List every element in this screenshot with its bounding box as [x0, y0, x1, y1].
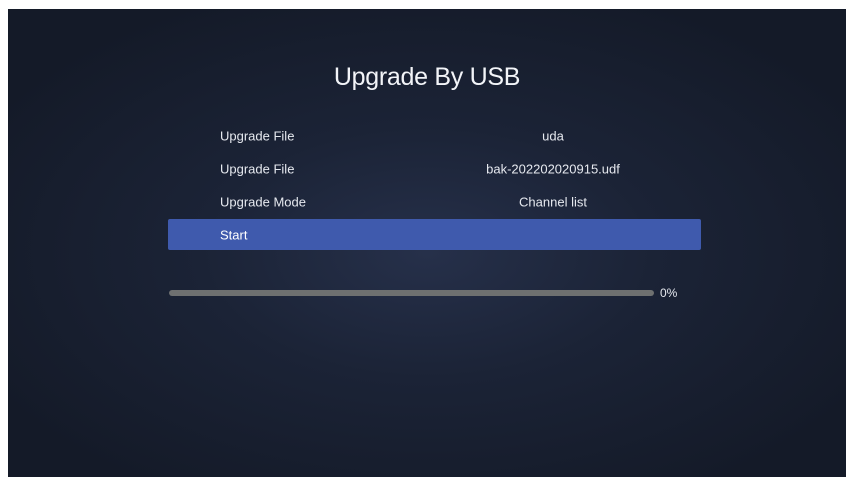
upgrade-mode-value: Channel list [519, 194, 587, 209]
upgrade-file-value: uda [542, 128, 564, 143]
start-button[interactable]: Start [168, 219, 701, 250]
start-label: Start [220, 227, 248, 242]
progress-bar [169, 290, 654, 296]
upgrade-mode-row[interactable]: Upgrade Mode Channel list [168, 186, 701, 217]
upgrade-file-row[interactable]: Upgrade File uda [168, 120, 701, 151]
upgrade-file-row-2[interactable]: Upgrade File bak-202202020915.udf [168, 153, 701, 184]
upgrade-file-label-2: Upgrade File [220, 161, 295, 176]
progress-percent: 0% [660, 286, 678, 300]
upgrade-file-label: Upgrade File [220, 128, 295, 143]
upgrade-screen: Upgrade By USB Upgrade File uda Upgrade … [8, 9, 846, 477]
upgrade-mode-label: Upgrade Mode [220, 194, 306, 209]
page-title: Upgrade By USB [333, 63, 521, 91]
upgrade-file-value-2: bak-202202020915.udf [486, 161, 620, 176]
